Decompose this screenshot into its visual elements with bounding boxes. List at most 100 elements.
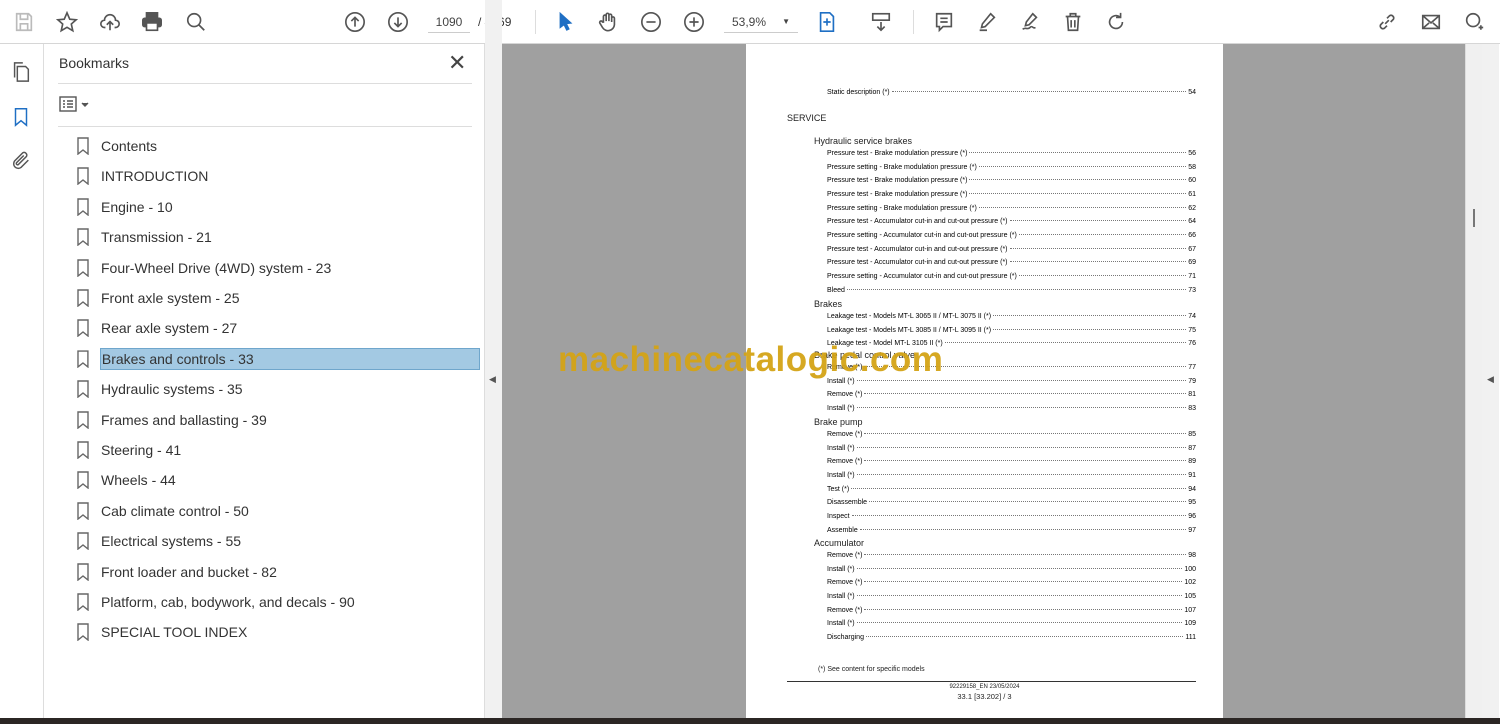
bookmark-item[interactable]: SPECIAL TOOL INDEX <box>74 620 480 644</box>
toc-entry[interactable]: Pressure setting - Brake modulation pres… <box>827 205 1196 215</box>
toc-entry[interactable]: Pressure test - Brake modulation pressur… <box>827 150 1196 160</box>
account-icon[interactable] <box>1461 9 1487 35</box>
bookmark-item[interactable]: Transmission - 21 <box>74 225 480 249</box>
bookmark-item[interactable]: Engine - 10 <box>74 195 480 219</box>
vertical-scrollbar[interactable] <box>1465 44 1482 718</box>
toc-entry-title: Install (*) <box>827 592 855 600</box>
close-icon[interactable]: ✕ <box>448 50 466 76</box>
toc-entry-page: 64 <box>1188 218 1196 226</box>
rotate-icon[interactable] <box>1103 9 1129 35</box>
toc-entry[interactable]: Install (*) 109 <box>827 620 1196 630</box>
toc-entry[interactable]: Remove (*) 98 <box>827 552 1196 562</box>
toc-entry[interactable]: Install (*) 91 <box>827 472 1196 482</box>
toc-entry[interactable]: Install (*) 87 <box>827 445 1196 455</box>
toc-entry[interactable]: Discharging 111 <box>827 634 1196 644</box>
toc-entry[interactable]: Remove (*) 89 <box>827 458 1196 468</box>
scrollbar-thumb[interactable] <box>1473 209 1475 227</box>
bookmark-item[interactable]: Rear axle system - 27 <box>74 316 480 340</box>
toc-entry-title: Pressure test - Brake modulation pressur… <box>827 177 968 185</box>
bookmark-item[interactable]: Front axle system - 25 <box>74 286 480 310</box>
delete-icon[interactable] <box>1060 9 1086 35</box>
bookmark-item[interactable]: Steering - 41 <box>74 438 480 462</box>
toc-entry[interactable]: Install (*) 83 <box>827 405 1196 415</box>
divider <box>535 10 536 34</box>
bookmark-item[interactable]: Electrical systems - 55 <box>74 529 480 553</box>
zoom-out-icon[interactable] <box>638 9 664 35</box>
toc-entry-title: Install (*) <box>827 444 855 452</box>
toc-entry-title: Install (*) <box>827 404 855 412</box>
zoom-in-icon[interactable] <box>681 9 707 35</box>
bookmark-item[interactable]: Front loader and bucket - 82 <box>74 560 480 584</box>
toc-entry[interactable]: Test (*) 94 <box>827 486 1196 496</box>
panel-collapse-handle[interactable]: ◀ <box>485 0 502 718</box>
print-icon[interactable] <box>139 9 165 35</box>
toc-entry[interactable]: Install (*) 105 <box>827 593 1196 603</box>
toc-entry[interactable]: Assemble 97 <box>827 527 1196 537</box>
toc-entry[interactable]: Pressure setting - Accumulator cut-in an… <box>827 232 1196 242</box>
bookmark-item[interactable]: Platform, cab, bodywork, and decals - 90 <box>74 590 480 614</box>
toc-entry-title: Remove (*) <box>827 431 863 438</box>
toc-entry[interactable]: Pressure setting - Brake modulation pres… <box>827 164 1196 174</box>
chevron-down-icon: ▼ <box>782 17 790 26</box>
bookmark-label: Steering - 41 <box>101 442 182 458</box>
keyboard-scroll-icon[interactable] <box>868 9 894 35</box>
bookmark-item[interactable]: Frames and ballasting - 39 <box>74 408 480 432</box>
bookmark-icon <box>77 471 89 490</box>
toc-entry-page: 94 <box>1188 485 1196 493</box>
comment-icon[interactable] <box>931 9 957 35</box>
attachments-icon[interactable] <box>10 150 34 174</box>
toc-entry[interactable]: Remove (*) 107 <box>827 607 1196 617</box>
toc-entry[interactable]: Bleed 73 <box>827 287 1196 297</box>
bookmark-label: Contents <box>101 138 158 154</box>
bookmark-item[interactable]: Brakes and controls - 33 <box>74 347 480 371</box>
highlight-icon[interactable] <box>974 9 1000 35</box>
bookmark-star-icon[interactable] <box>54 9 80 35</box>
toc-entry[interactable]: Pressure test - Accumulator cut-in and c… <box>827 246 1196 256</box>
bookmark-item[interactable]: Wheels - 44 <box>74 468 480 492</box>
toc-entry[interactable]: Leakage test - Models MT-L 3085 II / MT-… <box>827 327 1196 337</box>
toc-entry[interactable]: Remove (*) 85 <box>827 431 1196 441</box>
bookmarks-icon[interactable] <box>10 106 34 130</box>
toc-entry[interactable]: Leakage test - Models MT-L 3065 II / MT-… <box>827 313 1196 323</box>
save-icon[interactable] <box>11 9 37 35</box>
hand-icon[interactable] <box>595 9 621 35</box>
toc-entry[interactable]: Disassemble 95 <box>827 499 1196 509</box>
find-icon[interactable] <box>183 9 209 35</box>
page-up-icon[interactable] <box>342 9 368 35</box>
bookmark-label: Front axle system - 25 <box>101 290 240 306</box>
toc-entry[interactable]: Inspect 96 <box>827 513 1196 523</box>
toc-entry[interactable]: Pressure test - Accumulator cut-in and c… <box>827 218 1196 228</box>
bookmark-icon <box>77 380 89 399</box>
cloud-upload-icon[interactable] <box>97 9 123 35</box>
toc-entry[interactable]: Install (*) 100 <box>827 566 1196 576</box>
toc-entry[interactable]: Static description (*) 54 <box>827 89 1196 99</box>
bookmark-options-button[interactable] <box>58 94 94 114</box>
sign-icon[interactable] <box>1017 9 1043 35</box>
toc-entry[interactable]: Pressure test - Accumulator cut-in and c… <box>827 259 1196 269</box>
bookmark-item[interactable]: INTRODUCTION <box>74 164 480 188</box>
toc-entry-title: Test (*) <box>827 485 850 493</box>
toc-entry[interactable]: Remove (*) 81 <box>827 391 1196 401</box>
toc-entry[interactable]: Remove (*) 102 <box>827 579 1196 589</box>
bookmark-item[interactable]: Cab climate control - 50 <box>74 499 480 523</box>
bookmark-item[interactable]: Four-Wheel Drive (4WD) system - 23 <box>74 256 480 280</box>
toc-entry-page: 69 <box>1188 259 1196 267</box>
right-panel-handle[interactable]: ◀ <box>1482 44 1499 718</box>
toc-entry-title: Remove (*) <box>827 552 863 559</box>
page-number-input[interactable]: 1090 <box>428 11 470 33</box>
share-link-icon[interactable] <box>1374 9 1400 35</box>
page-down-icon[interactable] <box>385 9 411 35</box>
toc-entry[interactable]: Pressure test - Brake modulation pressur… <box>827 191 1196 201</box>
zoom-value: 53,9% <box>732 15 767 29</box>
toc-entry-page: 97 <box>1188 526 1196 534</box>
bookmark-item[interactable]: Hydraulic systems - 35 <box>74 377 480 401</box>
email-icon[interactable] <box>1418 9 1444 35</box>
bookmarks-panel: Bookmarks ✕ Contents INTRODUCTION Engine -… <box>44 44 485 718</box>
select-cursor-icon[interactable] <box>552 9 578 35</box>
fit-page-icon[interactable] <box>814 9 840 35</box>
bookmark-item[interactable]: Contents <box>74 134 480 158</box>
toc-entry[interactable]: Pressure setting - Accumulator cut-in an… <box>827 273 1196 283</box>
zoom-select[interactable]: 53,9% ▼ <box>724 11 798 33</box>
page-thumbnails-icon[interactable] <box>10 61 34 85</box>
toc-entry[interactable]: Pressure test - Brake modulation pressur… <box>827 177 1196 187</box>
